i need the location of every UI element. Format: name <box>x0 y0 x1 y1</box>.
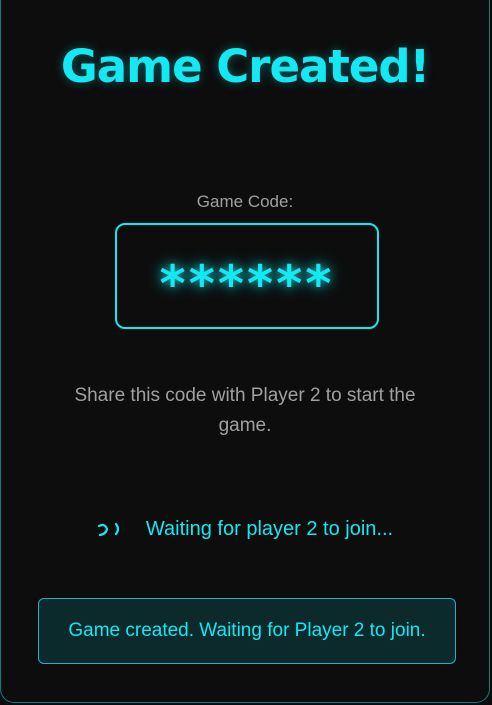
game-created-card: Game Created! Game Code: ****** Share th… <box>0 0 490 703</box>
status-message-box: Game created. Waiting for Player 2 to jo… <box>38 598 456 664</box>
game-code-box[interactable]: ****** <box>115 223 379 329</box>
waiting-text: Waiting for player 2 to join... <box>145 517 394 540</box>
game-code-label: Game Code: <box>196 192 294 211</box>
waiting-indicator: Waiting for player 2 to join... <box>1 516 489 542</box>
share-instructions: Share this code with Player 2 to start t… <box>74 385 416 436</box>
page-title: Game Created! <box>60 40 430 93</box>
game-code-value: ****** <box>159 255 335 313</box>
loading-spinner-icon <box>97 522 120 537</box>
status-message: Game created. Waiting for Player 2 to jo… <box>68 620 426 641</box>
